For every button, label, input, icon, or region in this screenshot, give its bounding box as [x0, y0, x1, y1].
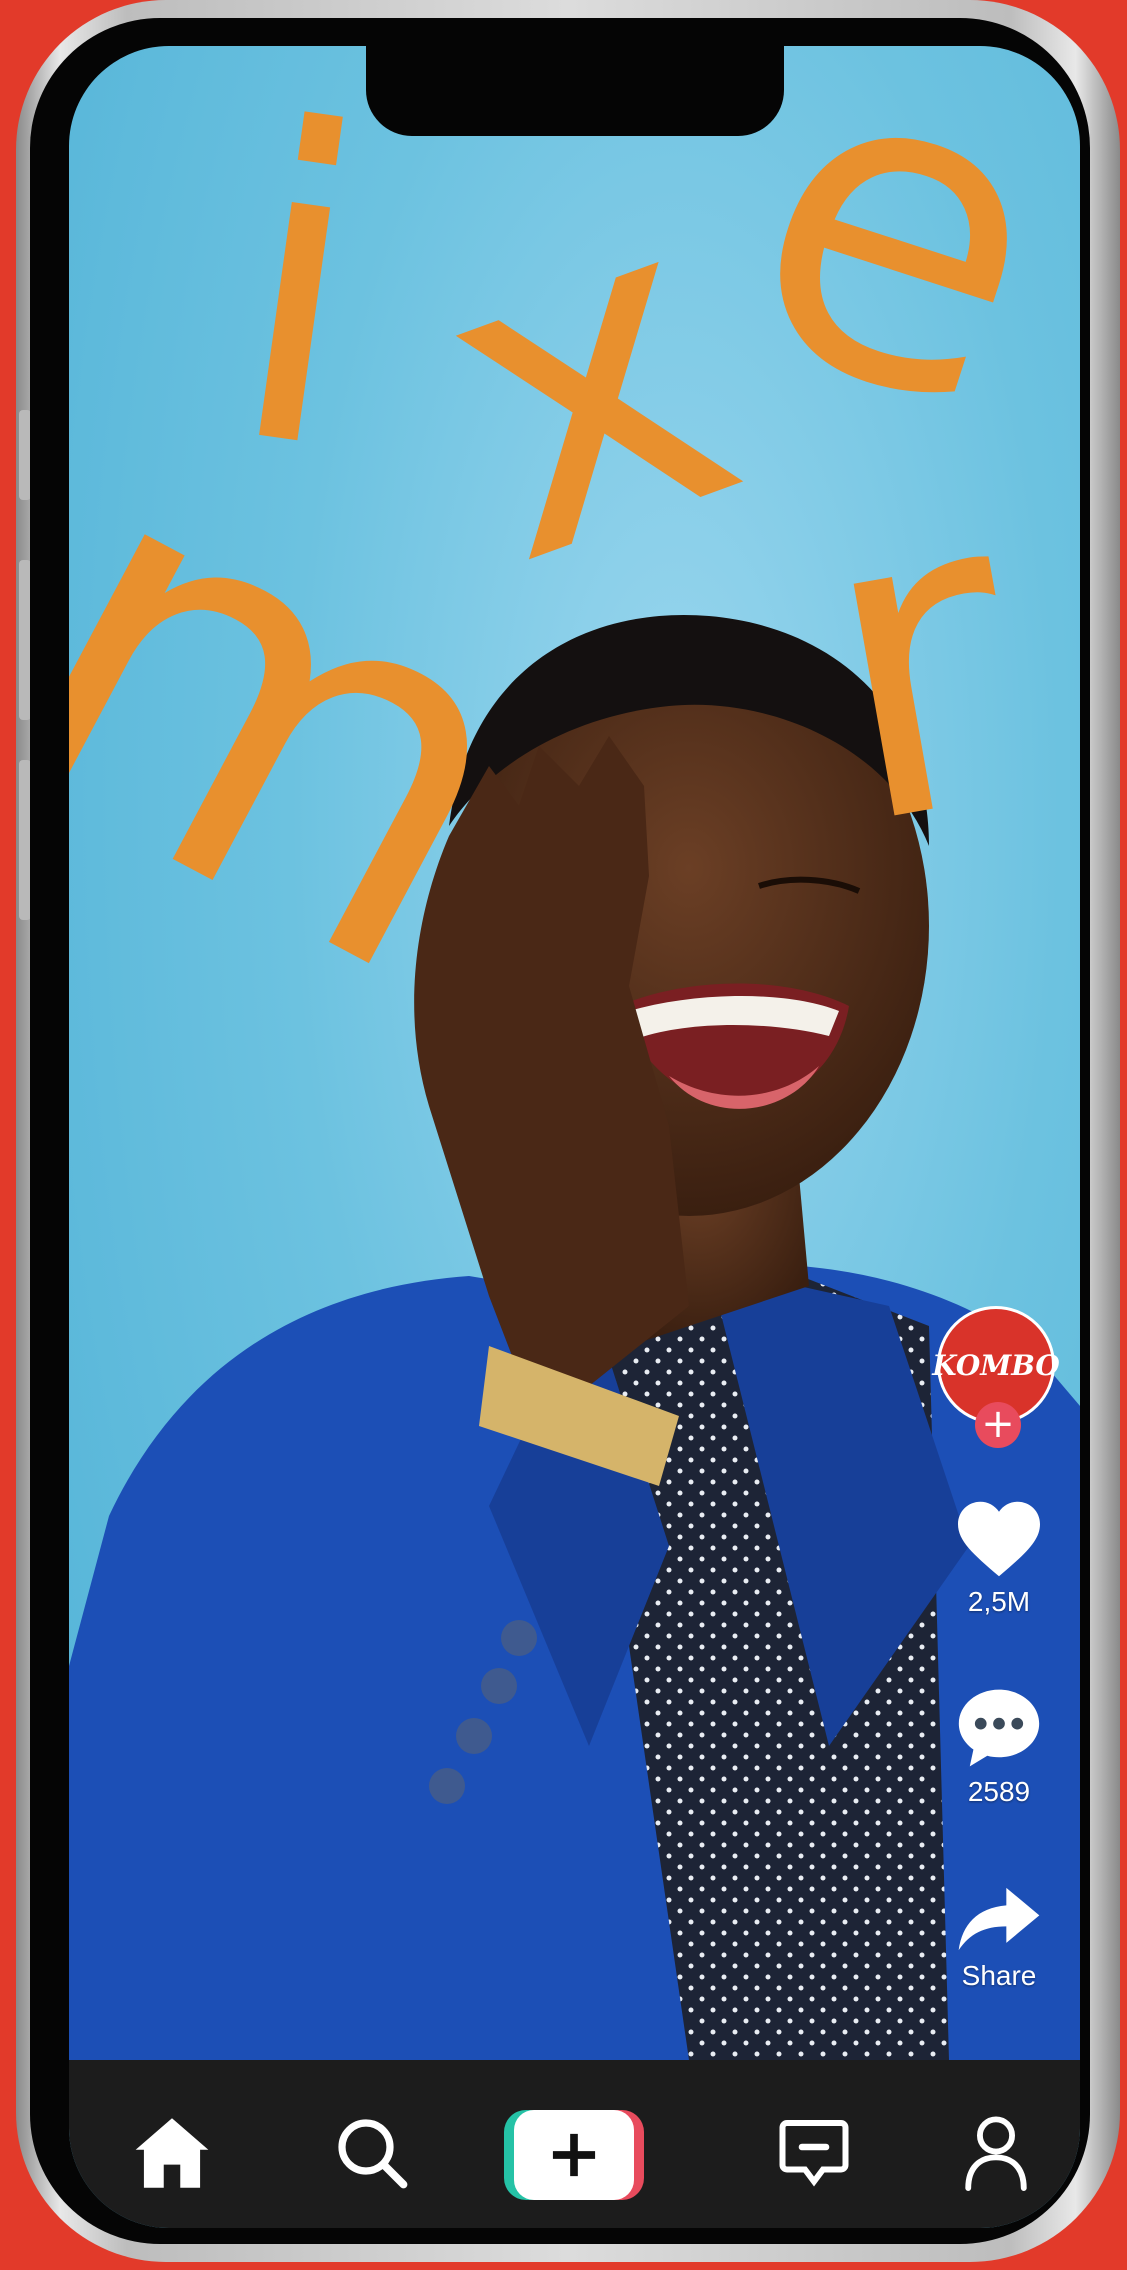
- comment-count: 2589: [967, 1776, 1031, 1807]
- notch: [366, 46, 784, 136]
- share-icon: [958, 1887, 1040, 1951]
- nav-create-button[interactable]: [504, 2110, 644, 2200]
- home-icon: [135, 2118, 209, 2188]
- nav-search[interactable]: [327, 2108, 417, 2198]
- share-button[interactable]: Share: [937, 1884, 1061, 1992]
- nav-inbox[interactable]: [769, 2108, 859, 2198]
- search-icon: [338, 2119, 408, 2189]
- create-button-face: [514, 2110, 634, 2200]
- follow-button[interactable]: +: [975, 1402, 1021, 1448]
- like-count: 2,5M: [967, 1586, 1031, 1617]
- like-button[interactable]: 2,5M: [937, 1498, 1061, 1618]
- comment-button[interactable]: 2589: [937, 1686, 1061, 1808]
- comment-icon: [958, 1689, 1040, 1767]
- heart-icon: [958, 1501, 1040, 1577]
- creator-avatar-group[interactable]: KOMBO +: [932, 1306, 1061, 1466]
- bottom-navigation: [69, 2060, 1080, 2228]
- profile-icon: [965, 2116, 1027, 2191]
- screen: m i x e r KOMBO + 2,5M 2589 Share: [69, 46, 1080, 2228]
- plus-icon: +: [981, 1401, 1015, 1447]
- nav-profile[interactable]: [951, 2108, 1041, 2198]
- inbox-icon: [779, 2120, 849, 2187]
- nav-home[interactable]: [127, 2108, 217, 2198]
- creator-brand-text: KOMBO: [932, 1348, 1060, 1382]
- share-label: Share: [961, 1960, 1037, 1991]
- plus-icon: [552, 2133, 596, 2177]
